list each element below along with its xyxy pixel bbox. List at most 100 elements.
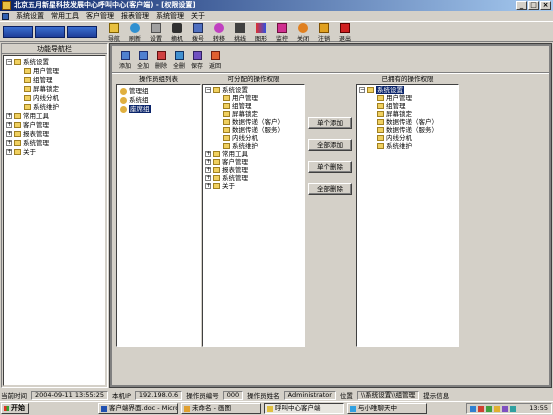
menu-about[interactable]: 关于 [191,11,205,21]
nav-node-customer-management[interactable]: + 客户管理 [6,121,49,129]
group-item-admin[interactable]: 管理组 [120,87,149,95]
avail-node-extension[interactable]: 内线分机 [223,134,258,142]
avail-node-data-transfer-customer[interactable]: 数据传递（客户） [223,118,284,126]
collapse-icon[interactable]: − [6,59,12,65]
avail-node-data-transfer-service[interactable]: 数据传递（服务） [223,126,284,134]
save-button[interactable]: 保存 [188,48,206,70]
remove-all-permissions-button[interactable]: 全部删除 [308,183,352,195]
delete-all-button[interactable]: 全删 [170,48,188,70]
group-item-agent[interactable]: 座席组 [120,105,151,113]
group-item-system[interactable]: 系统组 [120,96,149,104]
owned-node-group-management[interactable]: 组管理 [377,102,406,110]
task-paint[interactable]: 未命名 - 画图 [181,403,261,414]
expand-icon[interactable]: + [205,159,211,165]
expand-icon[interactable]: + [205,175,211,181]
available-permissions-tree[interactable]: − 系统设置 用户管理 组管理 屏幕锁定 数据传递（客户） 数据传递（服务） 内线… [202,84,305,347]
avail-node-customer-management[interactable]: + 客户管理 [205,158,248,166]
minimize-button[interactable]: _ [516,1,527,10]
nav-node-user-management[interactable]: 用户管理 [24,67,59,75]
return-button[interactable]: 返回 [206,48,224,70]
close-button[interactable]: × [540,1,551,10]
owned-node-screen-lock[interactable]: 屏幕锁定 [377,110,412,118]
refresh-button[interactable]: 刷新 [124,23,146,43]
nav-node-common-tools[interactable]: + 常用工具 [6,112,49,120]
volume-icon[interactable] [494,406,500,412]
pick-line-button[interactable]: 挑线 [229,23,251,43]
quick-button-2[interactable] [35,26,65,38]
task-chat[interactable]: 与小唯聊天中 [347,403,427,414]
avail-node-screen-lock[interactable]: 屏幕锁定 [223,110,258,118]
settings-button[interactable]: 设置 [145,23,167,43]
close-tool-button[interactable]: 关闭 [292,23,314,43]
owned-node-data-transfer-customer[interactable]: 数据传递（客户） [377,118,438,126]
expand-icon[interactable]: + [6,140,12,146]
nav-node-system-management[interactable]: + 系统管理 [6,139,49,147]
add-button[interactable]: 添加 [116,48,134,70]
antivirus-icon[interactable] [478,406,484,412]
expand-icon[interactable]: + [6,131,12,137]
add-all-permissions-button[interactable]: 全部添加 [308,139,352,151]
expand-icon[interactable]: + [6,149,12,155]
nav-node-about[interactable]: + 关于 [6,148,36,156]
add-single-button[interactable]: 单个添加 [308,117,352,129]
nav-node-system-settings[interactable]: − 系统设置 [6,58,49,66]
avail-node-about[interactable]: + 关于 [205,182,235,190]
avail-node-report-management[interactable]: + 报表管理 [205,166,248,174]
logout-icon [319,23,329,33]
nav-node-extension[interactable]: 内线分机 [24,94,59,102]
expand-icon[interactable]: + [205,151,211,157]
nav-node-report-management[interactable]: + 报表管理 [6,130,49,138]
transfer-button[interactable]: 转移 [208,23,230,43]
owned-node-data-transfer-service[interactable]: 数据传递（服务） [377,126,438,134]
nav-node-system-maintenance[interactable]: 系统维护 [24,103,59,111]
messenger-icon[interactable] [486,406,492,412]
folder-icon [213,151,220,157]
owned-node-system-settings[interactable]: − 系统设置 [359,86,404,94]
menu-system-management[interactable]: 系统管理 [156,11,184,21]
expand-icon[interactable]: + [6,122,12,128]
owned-node-extension[interactable]: 内线分机 [377,134,412,142]
quick-button-1[interactable] [3,26,33,38]
exit-button[interactable]: 退出 [334,23,356,43]
network-icon[interactable] [470,406,476,412]
expand-icon[interactable]: + [205,183,211,189]
collapse-icon[interactable]: − [205,87,211,93]
menu-common-tools[interactable]: 常用工具 [51,11,79,21]
avail-node-common-tools[interactable]: + 常用工具 [205,150,248,158]
collapse-icon[interactable]: − [359,87,365,93]
menu-customer-management[interactable]: 客户管理 [86,11,114,21]
avail-node-system-maintenance[interactable]: 系统维护 [223,142,258,150]
add-all-button[interactable]: 全加 [134,48,152,70]
nav-button[interactable]: 导航 [103,23,125,43]
operator-group-list[interactable]: 管理组 系统组 座席组 [116,84,201,347]
avail-node-group-management[interactable]: 组管理 [223,102,252,110]
quick-button-3[interactable] [67,26,97,38]
logout-button[interactable]: 注销 [313,23,335,43]
folder-icon [377,119,384,125]
start-button[interactable]: 开始 [1,403,29,414]
owned-node-user-management[interactable]: 用户管理 [377,94,412,102]
owned-node-system-maintenance[interactable]: 系统维护 [377,142,412,150]
task-call-center-client[interactable]: 呼叫中心客户端 [264,403,344,414]
dial-button[interactable]: 拨号 [187,23,209,43]
input-method-icon[interactable] [502,406,508,412]
avail-node-user-management[interactable]: 用户管理 [223,94,258,102]
owned-permissions-tree[interactable]: − 系统设置 用户管理 组管理 屏幕锁定 数据传递（客户） 数据传递（服务） 内线… [356,84,459,347]
expand-icon[interactable]: + [205,167,211,173]
nav-node-group-management[interactable]: 组管理 [24,76,53,84]
monitor-button[interactable]: 监控 [271,23,293,43]
folder-icon [377,103,384,109]
menu-report-management[interactable]: 报表管理 [121,11,149,21]
pickup-button[interactable]: 摘机 [166,23,188,43]
remove-single-button[interactable]: 单个删除 [308,161,352,173]
maximize-button[interactable]: □ [528,1,539,10]
task-word-doc[interactable]: 客户端界面.doc - Micro... [98,403,178,414]
graph-button[interactable]: 图形 [250,23,272,43]
delete-button[interactable]: 删除 [152,48,170,70]
menu-system-settings[interactable]: 系统设置 [16,11,44,21]
expand-icon[interactable]: + [6,113,12,119]
avail-node-system-management[interactable]: + 系统管理 [205,174,248,182]
nav-node-screen-lock[interactable]: 屏幕锁定 [24,85,59,93]
tray-app-icon[interactable] [510,406,516,412]
avail-node-system-settings[interactable]: − 系统设置 [205,86,248,94]
